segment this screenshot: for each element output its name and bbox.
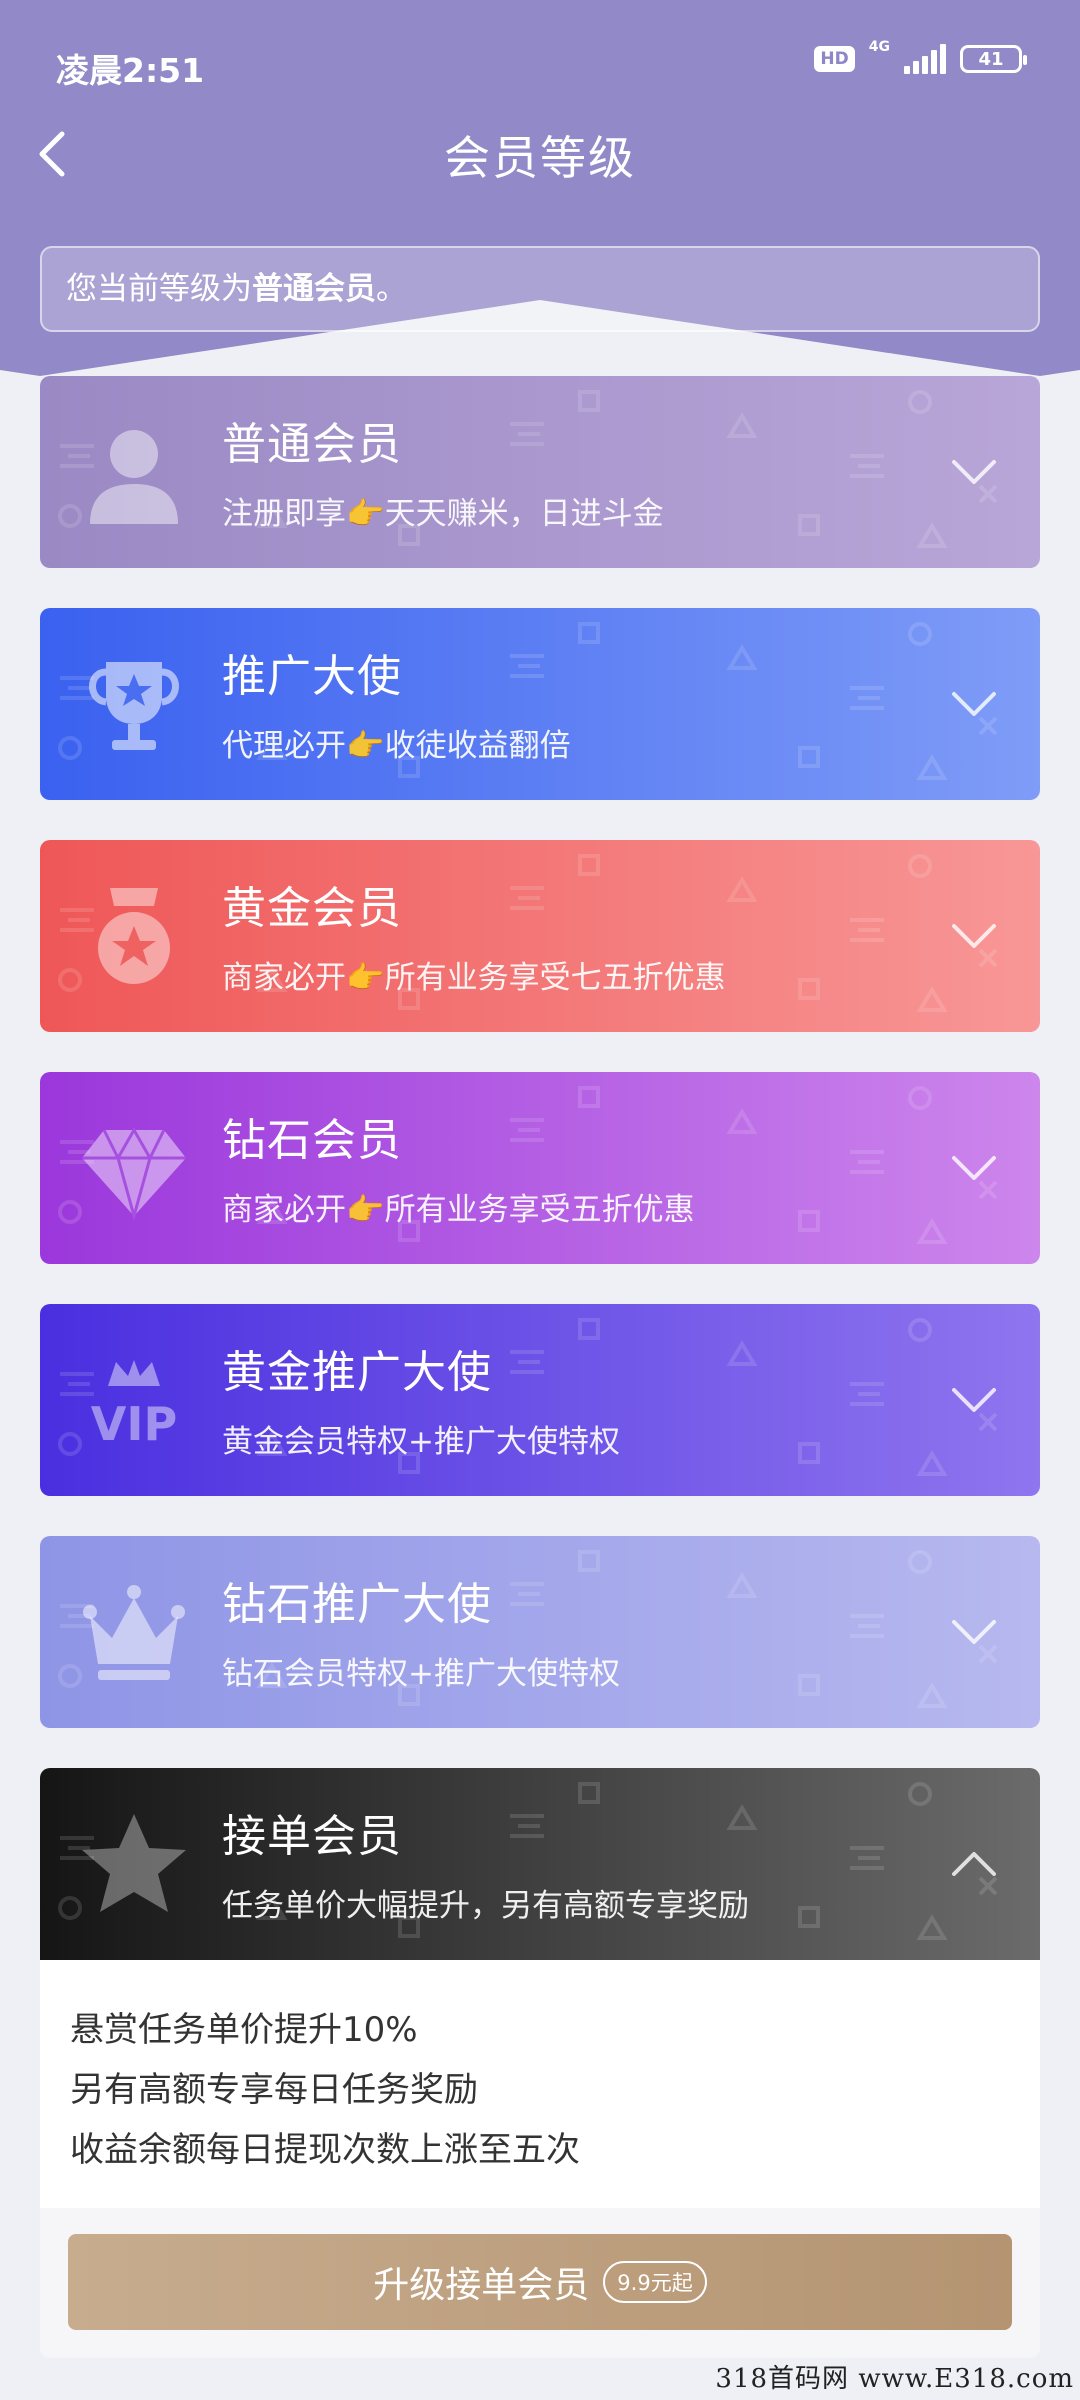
crown-icon	[83, 1585, 185, 1680]
level-card-order-taker[interactable]: 接单会员 任务单价大幅提升，另有高额专享奖励	[40, 1768, 1040, 1960]
notice-suffix: 。	[376, 271, 407, 307]
status-icons: HD 4G 41	[814, 39, 1027, 74]
trophy-icon	[89, 662, 179, 750]
upgrade-section: 升级接单会员 9.9元起	[40, 2208, 1040, 2358]
battery-icon: 41	[960, 45, 1027, 73]
hd-icon: HD	[814, 46, 855, 72]
detail-line: 另有高额专享每日任务奖励	[70, 2070, 478, 2110]
star-icon	[82, 1814, 186, 1912]
chevron-down-icon	[952, 924, 996, 948]
vip-crown-icon: VIP	[91, 1360, 177, 1451]
level-card-promoter[interactable]: 推广大使 代理必开👉收徒收益翻倍	[40, 608, 1040, 800]
chevron-down-icon	[952, 1620, 996, 1644]
level-title: 钻石会员	[222, 1115, 402, 1166]
level-desc: 代理必开👉收徒收益翻倍	[222, 728, 571, 764]
level-desc: 商家必开👉所有业务享受五折优惠	[222, 1192, 695, 1228]
level-title: 普通会员	[222, 419, 402, 470]
detail-line: 收益余额每日提现次数上涨至五次	[70, 2130, 580, 2170]
level-desc: 钻石会员特权+推广大使特权	[222, 1656, 620, 1692]
chevron-up-icon	[952, 1852, 996, 1876]
order-taker-details: 悬赏任务单价提升10% 另有高额专享每日任务奖励 收益余额每日提现次数上涨至五次	[40, 1960, 1040, 2210]
level-title: 推广大使	[222, 651, 402, 702]
medal-icon	[98, 888, 170, 984]
signal-icon	[904, 44, 946, 74]
price-badge: 9.9元起	[603, 2261, 707, 2303]
notice-prefix: 您当前等级为	[66, 271, 252, 307]
level-card-gold-promoter[interactable]: VIP 黄金推广大使 黄金会员特权+推广大使特权	[40, 1304, 1040, 1496]
level-desc: 注册即享👉天天赚米，日进斗金	[222, 496, 664, 532]
current-level-name: 普通会员	[252, 271, 376, 307]
chevron-down-icon	[952, 1388, 996, 1412]
level-desc: 商家必开👉所有业务享受七五折优惠	[222, 960, 726, 996]
upgrade-button[interactable]: 升级接单会员 9.9元起	[68, 2234, 1012, 2330]
chevron-down-icon	[952, 1156, 996, 1180]
upgrade-label: 升级接单会员	[373, 2265, 590, 2306]
watermark: 318首码网 www.E318.com	[715, 2364, 1074, 2394]
level-title: 黄金推广大使	[222, 1347, 492, 1398]
level-desc: 任务单价大幅提升，另有高额专享奖励	[222, 1888, 749, 1924]
level-desc: 黄金会员特权+推广大使特权	[222, 1424, 620, 1460]
level-title: 接单会员	[222, 1811, 402, 1862]
status-time: 凌晨2:51	[56, 51, 205, 90]
current-level-notice: 您当前等级为普通会员。	[40, 246, 1040, 332]
person-icon	[90, 430, 178, 524]
level-title: 钻石推广大使	[222, 1579, 492, 1630]
chevron-down-icon	[952, 460, 996, 484]
level-card-gold[interactable]: 黄金会员 商家必开👉所有业务享受七五折优惠	[40, 840, 1040, 1032]
level-card-normal[interactable]: 普通会员 注册即享👉天天赚米，日进斗金	[40, 376, 1040, 568]
diamond-icon	[82, 1126, 186, 1222]
status-bar: 凌晨2:51 HD 4G 41	[0, 0, 1080, 120]
level-title: 黄金会员	[222, 883, 402, 934]
page-title: 会员等级	[444, 131, 636, 185]
level-card-diamond[interactable]: 钻石会员 商家必开👉所有业务享受五折优惠	[40, 1072, 1040, 1264]
chevron-down-icon	[952, 692, 996, 716]
svg-text:VIP: VIP	[91, 1397, 177, 1451]
network-label: 4G	[868, 39, 890, 55]
detail-line: 悬赏任务单价提升10%	[70, 2010, 418, 2050]
level-card-diamond-promoter[interactable]: 钻石推广大使 钻石会员特权+推广大使特权	[40, 1536, 1040, 1728]
